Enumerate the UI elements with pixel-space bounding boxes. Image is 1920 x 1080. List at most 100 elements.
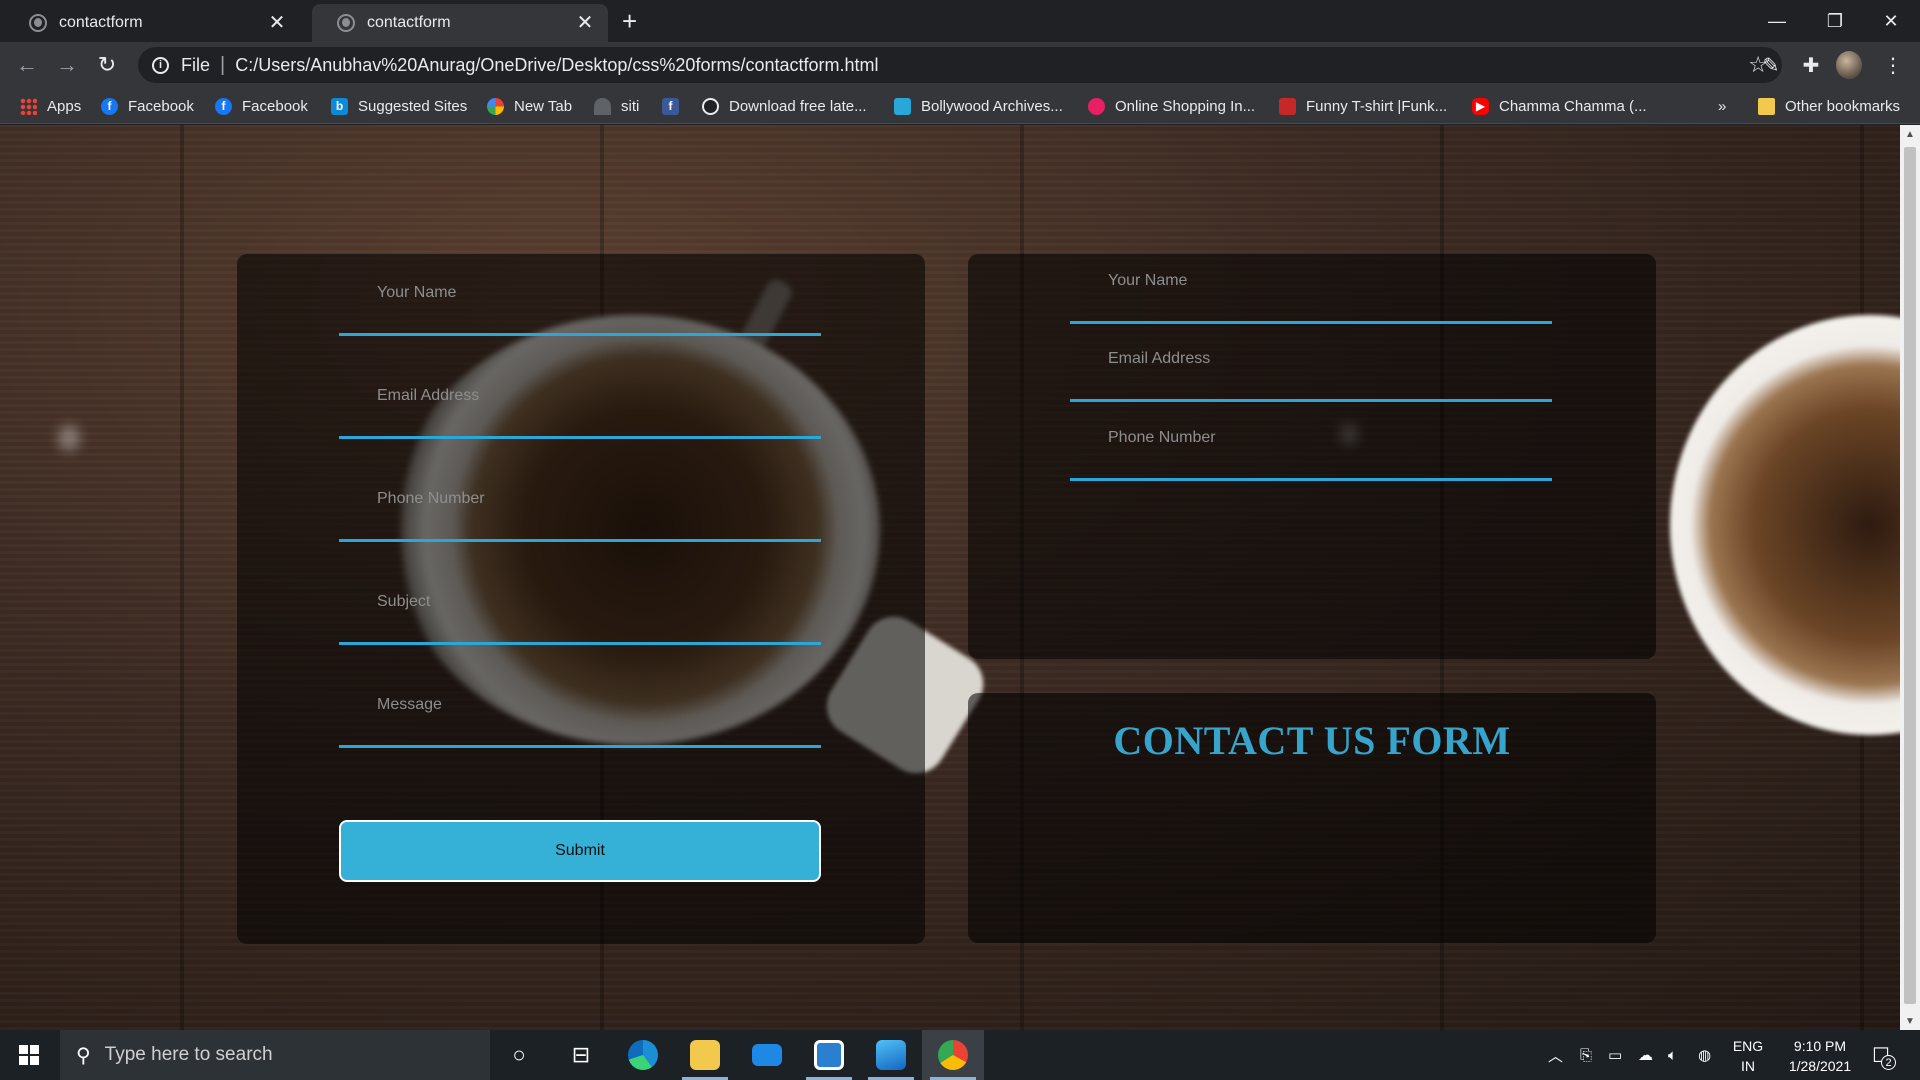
name-field[interactable]: Your Name [1070,244,1552,324]
contact-form-full: Your Name Email Address Phone Number Sub… [237,254,925,944]
volume-icon[interactable]: 🔈︎ [1668,1030,1677,1080]
bookmark-label: Bollywood Archives... [921,97,1063,115]
phone-field[interactable]: Phone Number [339,462,821,542]
name-placeholder: Your Name [377,284,457,301]
close-tab-icon[interactable]: ✕ [266,12,288,34]
bookmark-facebook-2[interactable]: f Facebook [215,94,308,118]
bookmark-label: New Tab [514,97,573,115]
bookmark-new-tab[interactable]: New Tab [487,94,572,118]
tab-contactform-2[interactable]: contactform ✕ [312,4,608,42]
reload-icon[interactable]: ↻ [92,50,122,80]
photos-logo [876,1040,906,1070]
bookmark-suggested-sites[interactable]: b Suggested Sites [331,94,467,118]
close-window-button[interactable]: ✕ [1862,0,1920,42]
taskbar-search[interactable]: ⚲ Type here to search [60,1030,490,1080]
globe-icon [702,97,719,115]
clock-date: 1/28/2021 [1788,1058,1852,1074]
background-bokeh [58,425,80,451]
restore-button[interactable]: ❐ [1806,0,1864,42]
email-field[interactable]: Email Address [1070,322,1552,402]
url-separator: | [220,53,226,76]
scroll-up-arrow-icon[interactable]: ▲ [1900,125,1920,143]
bookmark-label: Facebook [242,97,308,115]
email-placeholder: Email Address [1108,350,1211,367]
address-bar[interactable]: i File | C:/Users/Anubhav%20Anurag/OneDr… [138,47,1782,83]
bing-icon: b [331,97,348,115]
info-icon[interactable]: i [152,56,169,74]
device-icon[interactable]: ⎘ [1580,1030,1592,1080]
system-clock[interactable]: 9:10 PM 1/28/2021 [1770,1036,1870,1076]
bookmark-facebook-square[interactable]: f [662,94,689,118]
bookmark-chamma-chamma[interactable]: ▶ Chamma Chamma (... [1472,94,1647,118]
network-globe-icon[interactable]: ◍ [1698,1030,1711,1080]
heading-card: CONTACT US FORM [968,693,1656,943]
edge-logo [628,1040,658,1070]
scroll-down-arrow-icon[interactable]: ▼ [1900,1012,1920,1030]
file-explorer-icon[interactable] [674,1030,736,1080]
bookmark-facebook-1[interactable]: f Facebook [101,94,194,118]
pen-extension-icon[interactable]: ✎ [1758,52,1784,78]
bookmark-label: siti [621,97,640,115]
back-arrow-icon[interactable]: ← [12,50,42,80]
bookmark-bollywood[interactable]: Bollywood Archives... [894,94,1063,118]
name-placeholder: Your Name [1108,272,1188,289]
folder-icon [1758,97,1775,115]
forward-arrow-icon[interactable]: → [52,50,82,80]
email-placeholder: Email Address [377,387,480,404]
app-icon[interactable] [798,1030,860,1080]
windows-taskbar: ⚲ Type here to search ○ ⊟ ︿ ⎘ ▭ ☁ 🔈︎ ◍ E… [0,1030,1920,1080]
minimize-button[interactable]: — [1748,0,1806,42]
bookmarks-overflow-button[interactable]: » [1718,94,1726,118]
bookmark-label: Download free late... [729,97,867,115]
bookmark-label: Suggested Sites [358,97,468,115]
message-field[interactable]: Message [339,668,821,748]
subject-placeholder: Subject [377,593,431,610]
phone-field[interactable]: Phone Number [1070,401,1552,481]
url-text[interactable]: C:/Users/Anubhav%20Anurag/OneDrive/Deskt… [235,55,878,76]
globe-icon [29,14,47,32]
mail-icon[interactable] [736,1030,798,1080]
subject-field[interactable]: Subject [339,565,821,645]
bookmark-funny-tshirt[interactable]: Funny T-shirt |Funk... [1279,94,1447,118]
submit-button[interactable]: Submit [339,820,821,882]
task-view-icon[interactable]: ⊟ [550,1030,612,1080]
page-scrollbar[interactable]: ▲ ▼ [1900,125,1920,1030]
avatar [1836,51,1862,79]
background-coffee-cup-right [1670,315,1900,735]
new-tab-button[interactable]: + [622,8,637,34]
bookmark-label: Online Shopping In... [1115,97,1256,115]
show-hidden-icons-chevron-icon[interactable]: ︿ [1548,1030,1563,1080]
email-field[interactable]: Email Address [339,359,821,439]
start-button[interactable] [0,1030,58,1080]
bookmark-siti[interactable]: siti [594,94,639,118]
cortana-icon[interactable]: ○ [488,1030,550,1080]
chrome-icon[interactable] [922,1030,984,1080]
language-indicator[interactable]: ENG IN [1728,1036,1768,1076]
name-field[interactable]: Your Name [339,256,821,336]
bookmark-download-free[interactable]: Download free late... [702,94,867,118]
onedrive-cloud-icon[interactable]: ☁ [1638,1030,1653,1080]
facebook-icon: f [101,97,118,115]
profile-avatar[interactable] [1836,51,1862,79]
bollywood-icon [894,97,911,115]
photos-icon[interactable] [860,1030,922,1080]
menu-kebab-icon[interactable]: ⋮ [1880,52,1906,78]
message-placeholder: Message [377,696,442,713]
facebook-square-icon: f [662,97,679,115]
scroll-thumb[interactable] [1904,147,1916,1004]
tab-contactform-1[interactable]: contactform ✕ [4,4,300,42]
notifications-icon[interactable]: ☐ 2 [1866,1040,1896,1070]
extensions-puzzle-icon[interactable]: ✚ [1798,52,1824,78]
bookmark-online-shopping[interactable]: Online Shopping In... [1088,94,1255,118]
battery-icon[interactable]: ▭ [1608,1030,1622,1080]
search-placeholder: Type here to search [104,1044,273,1065]
clock-time: 9:10 PM [1793,1038,1847,1054]
tab-strip: contactform ✕ contactform ✕ + — ❐ ✕ [0,0,1920,42]
close-tab-icon[interactable]: ✕ [574,12,596,34]
other-bookmarks[interactable]: Other bookmarks [1758,94,1900,118]
bookmark-apps[interactable]: Apps [20,94,81,118]
bookmark-label: Facebook [128,97,194,115]
edge-icon[interactable] [612,1030,674,1080]
search-icon: ⚲ [76,1044,91,1067]
facebook-icon: f [215,97,232,115]
